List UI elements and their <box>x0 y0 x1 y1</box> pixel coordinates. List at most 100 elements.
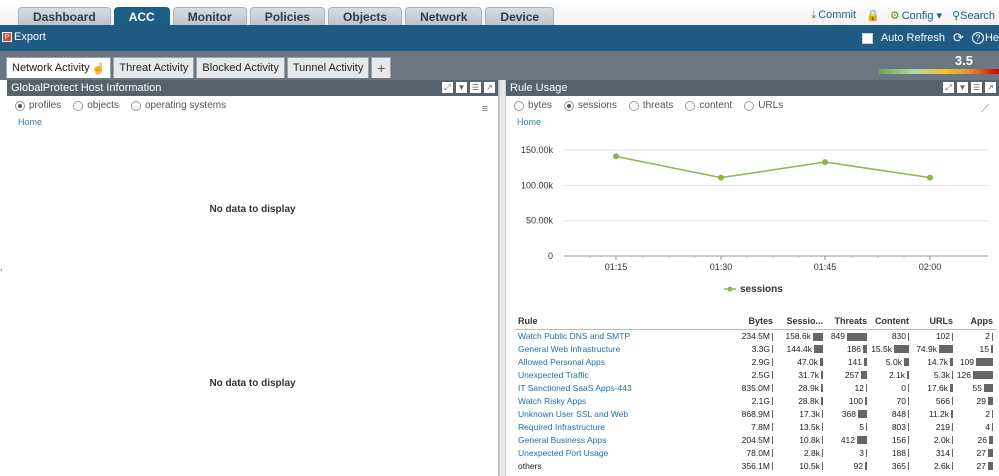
radio-profiles[interactable]: profiles <box>15 100 61 111</box>
lock-icon[interactable]: 🔒 <box>866 9 880 22</box>
tab-acc[interactable]: ACC <box>113 7 170 25</box>
commit-button[interactable]: ⤓ Commit <box>811 9 856 22</box>
column-header[interactable]: URLs <box>912 313 956 330</box>
subtab-tunnel-activity[interactable]: Tunnel Activity <box>286 57 370 78</box>
cell-threats: 12 <box>826 381 870 394</box>
rule-name-link[interactable]: Watch Risky Apps <box>516 394 721 407</box>
spark-bar <box>939 345 953 354</box>
home-breadcrumb[interactable]: Home <box>7 115 498 129</box>
maximize-icon[interactable]: ⤢ <box>943 82 954 93</box>
subtab-blocked-activity[interactable]: Blocked Activity <box>196 57 285 78</box>
spark-bar <box>865 462 867 471</box>
table-row[interactable]: Unexpected Port Usage 78.0M 2.8k 3 188 314 27 <box>516 446 996 459</box>
collapse-handle[interactable]: ‹ <box>0 265 3 275</box>
filter-icon[interactable]: ▼ <box>957 82 968 93</box>
tab-network[interactable]: Network <box>405 7 483 25</box>
table-row[interactable]: Watch Public DNS and SMTP 234.5M 158.6k 849… <box>516 329 996 342</box>
data-point[interactable] <box>822 159 828 166</box>
export-panel-icon[interactable]: ↗ <box>484 82 495 93</box>
column-header[interactable]: Rule <box>516 313 721 330</box>
tab-device[interactable]: Device <box>485 7 555 25</box>
table-view-icon[interactable]: ☰ <box>971 82 982 93</box>
tab-policies[interactable]: Policies <box>249 7 326 25</box>
rule-name-link[interactable]: Unknown User SSL and Web <box>516 407 721 420</box>
host-info-panel: GlobalProtect Host Information ⤢ ▼ ☰ ↗ p… <box>7 80 499 476</box>
column-header[interactable]: Threats <box>826 313 870 330</box>
subtab-network-activity[interactable]: Network Activity ☝ <box>6 57 112 78</box>
table-row[interactable]: General Web Infrastructure 3.3G 144.4k 186 1… <box>516 342 996 355</box>
table-row[interactable]: Required Infrastructure 7.8M 13.5k 5 803 219 4 <box>516 420 996 433</box>
chart-type-icon[interactable]: ⟋ <box>981 103 989 116</box>
radio-button-icon <box>73 100 84 111</box>
export-panel-icon[interactable]: ↗ <box>985 82 996 93</box>
spark-bar <box>908 332 909 341</box>
tab-dashboard[interactable]: Dashboard <box>18 7 111 25</box>
table-row[interactable]: Unexpected Traffic 2.5G 31.7k 257 2.1k 5.3k 12… <box>516 368 996 381</box>
panel-splitter[interactable] <box>499 80 506 476</box>
tab-objects[interactable]: Objects <box>328 7 403 25</box>
radio-content[interactable]: content <box>685 100 732 111</box>
rule-name-link[interactable]: IT Sanctioned SaaS Apps-443 <box>516 381 721 394</box>
panel-header: Rule Usage ⤢ ▼ ☰ ↗ <box>506 80 999 96</box>
rule-name-link[interactable]: General Web Infrastructure <box>516 342 721 355</box>
cell-threats: 5 <box>826 420 870 433</box>
subtab-threat-activity[interactable]: Threat Activity <box>113 57 195 78</box>
radio-bytes[interactable]: bytes <box>514 100 552 111</box>
radio-sessions[interactable]: sessions <box>563 100 617 111</box>
subtab-bar: Network Activity ☝ Threat Activity Blocked … <box>0 51 999 80</box>
spark-bar <box>950 358 953 367</box>
auto-refresh-checkbox[interactable] <box>861 32 873 44</box>
home-breadcrumb[interactable]: Home <box>506 115 999 129</box>
help-button[interactable]: ? He <box>971 32 999 44</box>
rule-name-link[interactable]: Unexpected Traffic <box>516 368 721 381</box>
maximize-icon[interactable]: ⤢ <box>442 82 453 93</box>
column-header[interactable]: Content <box>870 313 912 330</box>
sort-icon[interactable]: ≡ <box>482 103 488 115</box>
radio-button-icon <box>15 100 25 111</box>
table-row[interactable]: Allowed Personal Apps 2.9G 47.0k 141 5.0k 14.… <box>516 355 996 368</box>
data-point[interactable] <box>718 174 724 181</box>
refresh-icon[interactable]: ⟳ <box>953 30 964 46</box>
table-row[interactable]: others 356.1M 10.5k 92 365 2.6k 27 <box>516 459 996 472</box>
filter-icon[interactable]: ▼ <box>456 82 467 93</box>
rule-name-link[interactable]: General Business Apps <box>516 433 721 446</box>
legend-marker <box>727 286 733 292</box>
column-header[interactable]: Apps <box>956 313 996 330</box>
cell-bytes: 835.0M <box>721 381 776 394</box>
cell-urls: 74.9k <box>912 342 956 355</box>
cell-content: 15.5k <box>870 342 912 355</box>
legend-label[interactable]: sessions <box>740 284 783 295</box>
tab-monitor[interactable]: Monitor <box>172 7 247 25</box>
table-row[interactable]: IT Sanctioned SaaS Apps-443 835.0M 28.9k 12… <box>516 381 996 394</box>
column-header[interactable]: Sessio... <box>776 313 826 330</box>
rule-name-link[interactable]: Required Infrastructure <box>516 420 721 433</box>
data-point[interactable] <box>927 174 933 181</box>
cell-bytes: 868.9M <box>721 407 776 420</box>
search-button[interactable]: ⚲Search <box>952 9 995 22</box>
spark-bar <box>814 345 823 354</box>
table-row[interactable]: Unknown User SSL and Web 868.9M 17.3k 368 84… <box>516 407 996 420</box>
column-header[interactable]: Bytes <box>721 313 776 330</box>
add-tab-button[interactable]: + <box>371 57 392 78</box>
radio-urls[interactable]: URLs <box>744 100 783 111</box>
radio-threats[interactable]: threats <box>628 100 673 111</box>
radio-operating-systems[interactable]: operating systems <box>130 100 226 111</box>
rule-name-link[interactable]: Allowed Personal Apps <box>516 355 721 368</box>
radio-button-icon <box>685 100 696 111</box>
radio-objects[interactable]: objects <box>73 100 119 111</box>
rule-name-link[interactable]: others <box>516 459 721 472</box>
table-row[interactable]: General Business Apps 204.5M 10.8k 412 156 2.… <box>516 433 996 446</box>
commit-icon: ⤓ <box>811 9 817 21</box>
y-tick-label: 100.00k <box>521 180 554 190</box>
spark-bar <box>820 358 823 367</box>
data-point[interactable] <box>613 153 619 160</box>
export-button[interactable]: P Export <box>2 31 46 43</box>
cell-content: 830 <box>870 329 912 342</box>
table-view-icon[interactable]: ☰ <box>470 82 481 93</box>
table-row[interactable]: Watch Risky Apps 2.1G 28.8k 100 70 566 29 <box>516 394 996 407</box>
config-dropdown[interactable]: ⚙ Config ▾ <box>890 9 942 22</box>
rule-name-link[interactable]: Unexpected Port Usage <box>516 446 721 459</box>
top-actions: ⤓ Commit 🔒 ⚙ Config ▾ ⚲Search <box>811 9 995 22</box>
rule-name-link[interactable]: Watch Public DNS and SMTP <box>516 329 721 342</box>
cell-content: 5.0k <box>870 355 912 368</box>
